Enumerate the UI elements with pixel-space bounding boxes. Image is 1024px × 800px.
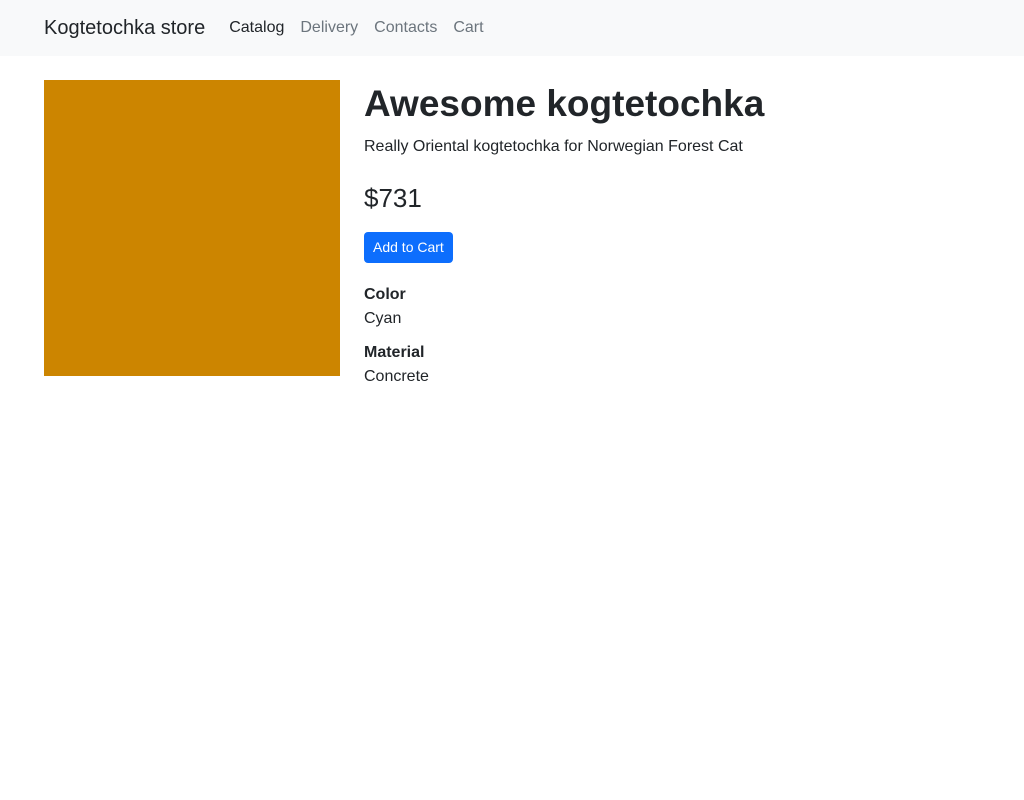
nav-link-cart[interactable]: Cart	[453, 20, 483, 36]
attribute-color: Color Cyan	[364, 283, 980, 331]
attribute-label: Material	[364, 343, 425, 361]
product-details: Awesome kogtetochka Really Oriental kogt…	[364, 80, 980, 399]
product-image	[44, 80, 340, 376]
product-price: $731	[364, 182, 422, 213]
attribute-value: Cyan	[364, 309, 402, 327]
product-page: Awesome kogtetochka Really Oriental kogt…	[0, 56, 1024, 399]
product-title: Awesome kogtetochka	[364, 83, 765, 124]
nav-link-contacts[interactable]: Contacts	[374, 20, 437, 36]
attribute-label: Color	[364, 285, 406, 303]
attribute-value: Concrete	[364, 367, 429, 385]
nav-link-delivery[interactable]: Delivery	[300, 20, 358, 36]
nav-link-catalog[interactable]: Catalog	[229, 20, 284, 36]
brand-link[interactable]: Kogtetochka store	[44, 18, 205, 38]
add-to-cart-button[interactable]: Add to Cart	[364, 231, 453, 263]
nav-links: Catalog Delivery Contacts Cart	[229, 20, 483, 36]
navbar: Kogtetochka store Catalog Delivery Conta…	[0, 0, 1024, 56]
product-description: Really Oriental kogtetochka for Norwegia…	[364, 138, 743, 156]
attribute-material: Material Concrete	[364, 341, 980, 389]
